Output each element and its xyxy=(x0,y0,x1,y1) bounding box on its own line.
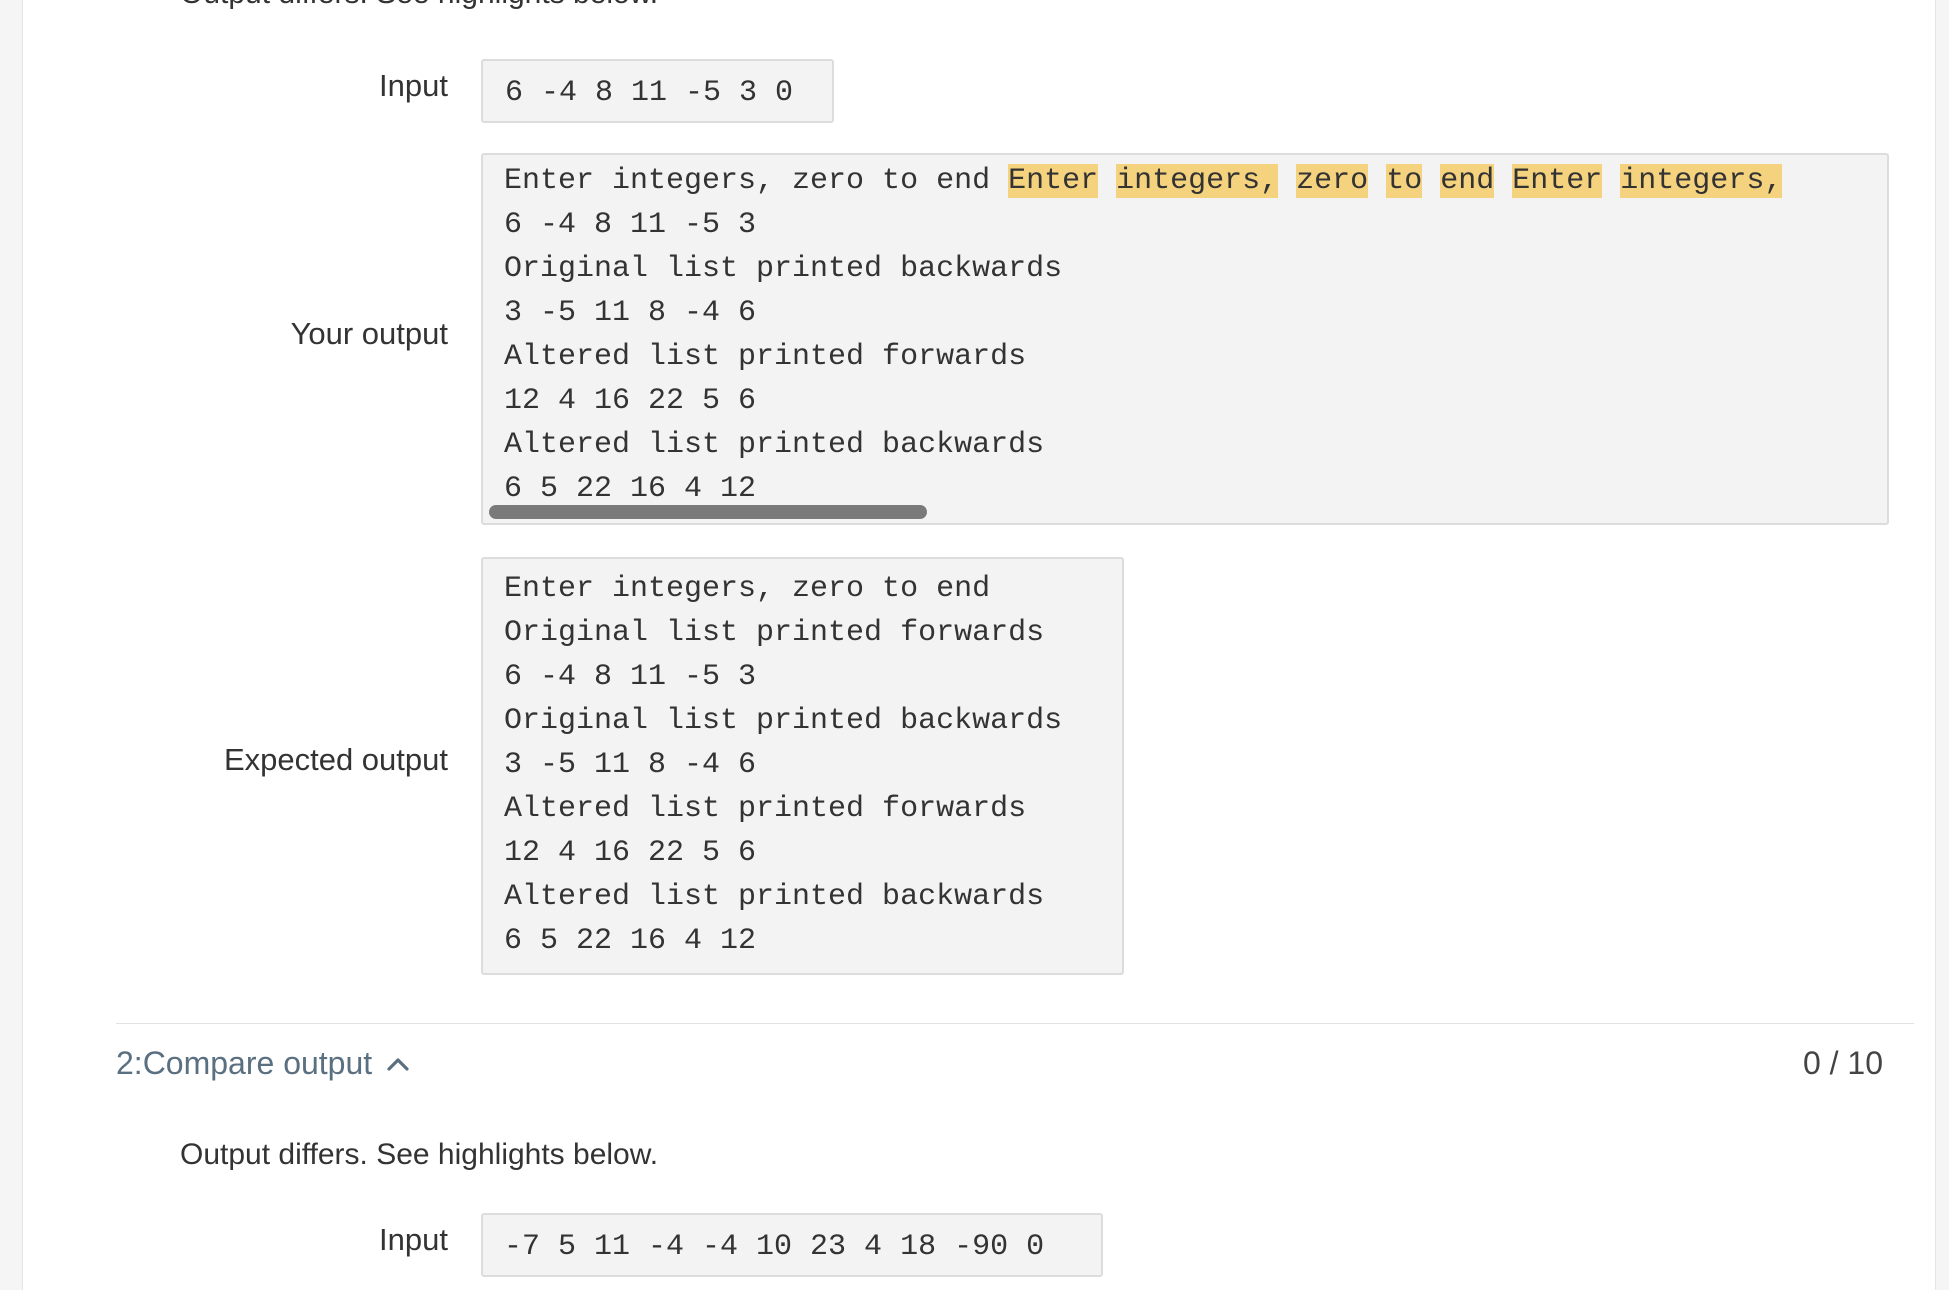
your-output-line: 12 4 16 22 5 6 xyxy=(504,379,1887,423)
output-text: Original list printed backwards xyxy=(504,252,1063,286)
highlighted-token: Enter xyxy=(1008,164,1099,198)
highlighted-token: zero xyxy=(1296,164,1369,198)
expected-output-label: Expected output xyxy=(223,742,448,777)
output-text: Altered list printed backwards xyxy=(504,428,1045,462)
output-text: 6 5 22 16 4 12 xyxy=(504,472,757,506)
diff-note-2: Output differs. See highlights below. xyxy=(180,1138,659,1171)
expected-output-line: Original list printed backwards xyxy=(504,704,1063,738)
input-label: Input xyxy=(379,68,448,103)
chevron-up-icon[interactable] xyxy=(386,1052,410,1076)
expected-output-line: Altered list printed forwards xyxy=(504,792,1027,826)
output-text: Altered list printed forwards xyxy=(504,340,1027,374)
expected-output-box: Enter integers, zero to end Original list… xyxy=(481,557,1124,975)
expected-output-line: Enter integers, zero to end xyxy=(504,572,991,606)
your-output-line: Altered list printed forwards xyxy=(504,335,1887,379)
your-output-box[interactable]: Enter integers, zero to end Enter intege… xyxy=(481,153,1889,525)
expected-output-lines: Enter integers, zero to end Original list… xyxy=(504,567,1122,963)
expected-output-line: 6 5 22 16 4 12 xyxy=(504,924,757,958)
output-text: 3 -5 11 8 -4 6 xyxy=(504,296,757,330)
expected-output-line: 3 -5 11 8 -4 6 xyxy=(504,748,757,782)
expected-output-line: 6 -4 8 11 -5 3 xyxy=(504,660,757,694)
your-output-line: Original list printed backwards xyxy=(504,247,1887,291)
your-output-line: 6 -4 8 11 -5 3 xyxy=(504,203,1887,247)
highlighted-token: integers, xyxy=(1116,164,1279,198)
input-value-2: -7 5 11 -4 -4 10 23 4 18 -90 0 xyxy=(504,1230,1045,1264)
input-box: 6 -4 8 11 -5 3 0 xyxy=(481,59,834,123)
your-output-lines: Enter integers, zero to end Enter intege… xyxy=(504,159,1887,511)
test-results-card: Output differs. See highlights below. In… xyxy=(22,0,1936,1290)
your-output-label: Your output xyxy=(290,316,448,351)
diff-note: Output differs. See highlights below. xyxy=(180,0,658,11)
input-value: 6 -4 8 11 -5 3 0 xyxy=(505,76,794,110)
your-output-line: 3 -5 11 8 -4 6 xyxy=(504,291,1887,335)
your-output-line: Enter integers, zero to end Enter intege… xyxy=(504,159,1887,203)
expected-output-line: Original list printed forwards xyxy=(504,616,1045,650)
your-output-line: Altered list printed backwards xyxy=(504,423,1887,467)
output-text: Enter integers, zero to end xyxy=(504,164,1009,198)
expected-output-line: Altered list printed backwards xyxy=(504,880,1045,914)
highlighted-token: Enter xyxy=(1512,164,1603,198)
input-box-2: -7 5 11 -4 -4 10 23 4 18 -90 0 xyxy=(481,1213,1103,1277)
highlighted-token: to xyxy=(1386,164,1423,198)
section-divider xyxy=(116,1023,1914,1024)
output-text: 12 4 16 22 5 6 xyxy=(504,384,757,418)
test-2-title[interactable]: 2:Compare output xyxy=(116,1045,372,1082)
expected-output-line: 12 4 16 22 5 6 xyxy=(504,836,757,870)
output-text: 6 -4 8 11 -5 3 xyxy=(504,208,757,242)
highlighted-token: end xyxy=(1440,164,1495,198)
test-2-header[interactable]: 2:Compare output xyxy=(116,1045,410,1082)
highlighted-token: integers, xyxy=(1620,164,1783,198)
horizontal-scrollbar[interactable] xyxy=(489,505,927,519)
test-2-score: 0 / 10 xyxy=(1802,1045,1883,1081)
